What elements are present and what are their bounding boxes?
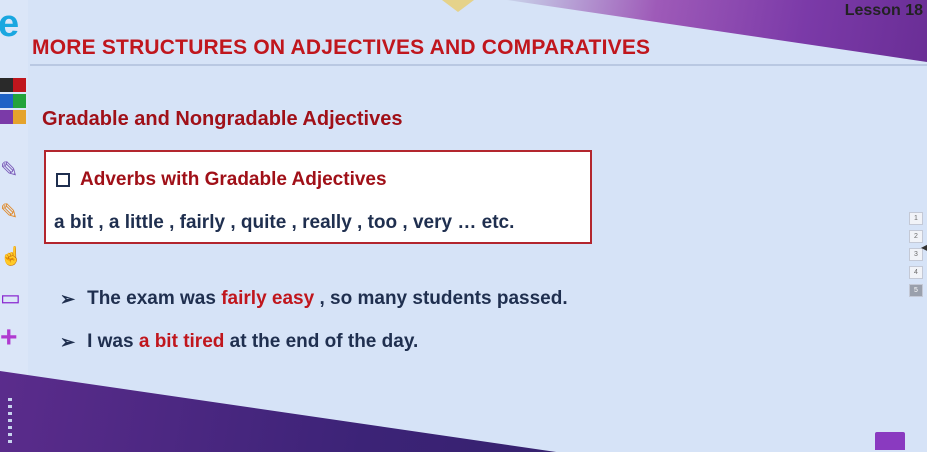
color-palette [0,78,26,136]
example-highlight: fairly easy [221,288,315,309]
page-navigator: 1 2 3 4 5 [909,212,923,302]
example-after: , so many students passed. [319,288,568,309]
box-heading: Adverbs with Gradable Adjectives [56,169,387,191]
example-item: ➢ I was a bit tired at the end of the da… [60,331,418,353]
drawing-toolbar: ✎ ✎ ☝ ▭ + [0,70,28,360]
color-swatch-orange[interactable] [13,110,26,124]
monitor-icon[interactable]: ▭ [0,284,24,312]
color-swatch-purple[interactable] [0,110,13,124]
title-divider [30,64,927,66]
page-5[interactable]: 5 [909,284,923,297]
page-title: MORE STRUCTURES ON ADJECTIVES AND COMPAR… [32,36,651,59]
top-triangle-decoration [442,0,474,12]
arrow-bullet-icon: ➢ [60,331,76,352]
example-before: The exam was [87,288,216,309]
checkbox-icon [56,173,70,187]
color-swatch-blue[interactable] [0,94,13,108]
highlighter-icon[interactable]: ✎ [0,198,24,226]
dotted-decoration [8,398,12,444]
example-item: ➢ The exam was fairly easy , so many stu… [60,288,568,310]
example-after: at the end of the day. [229,331,419,352]
page-1[interactable]: 1 [909,212,923,225]
box-body-text: a bit , a little , fairly , quite , real… [54,212,515,233]
lesson-label: Lesson 18 [844,2,923,19]
color-swatch-red[interactable] [13,78,26,92]
box-heading-text: Adverbs with Gradable Adjectives [80,169,387,190]
example-highlight: a bit tired [138,331,225,352]
plus-icon[interactable]: + [0,323,24,353]
bottom-left-decoration [0,371,557,452]
color-swatch-black[interactable] [0,78,13,92]
select-hand-icon[interactable]: ☝ [0,242,24,270]
page-4[interactable]: 4 [909,266,923,279]
collapse-caret-icon[interactable]: ◂ [921,240,927,254]
info-box: Adverbs with Gradable Adjectives a bit ,… [44,150,592,244]
example-before: I was [87,331,134,352]
folder-icon[interactable] [875,432,905,450]
arrow-bullet-icon: ➢ [60,288,76,309]
pencil-icon[interactable]: ✎ [0,156,24,184]
section-subtitle: Gradable and Nongradable Adjectives [42,108,403,130]
color-swatch-green[interactable] [13,94,26,108]
